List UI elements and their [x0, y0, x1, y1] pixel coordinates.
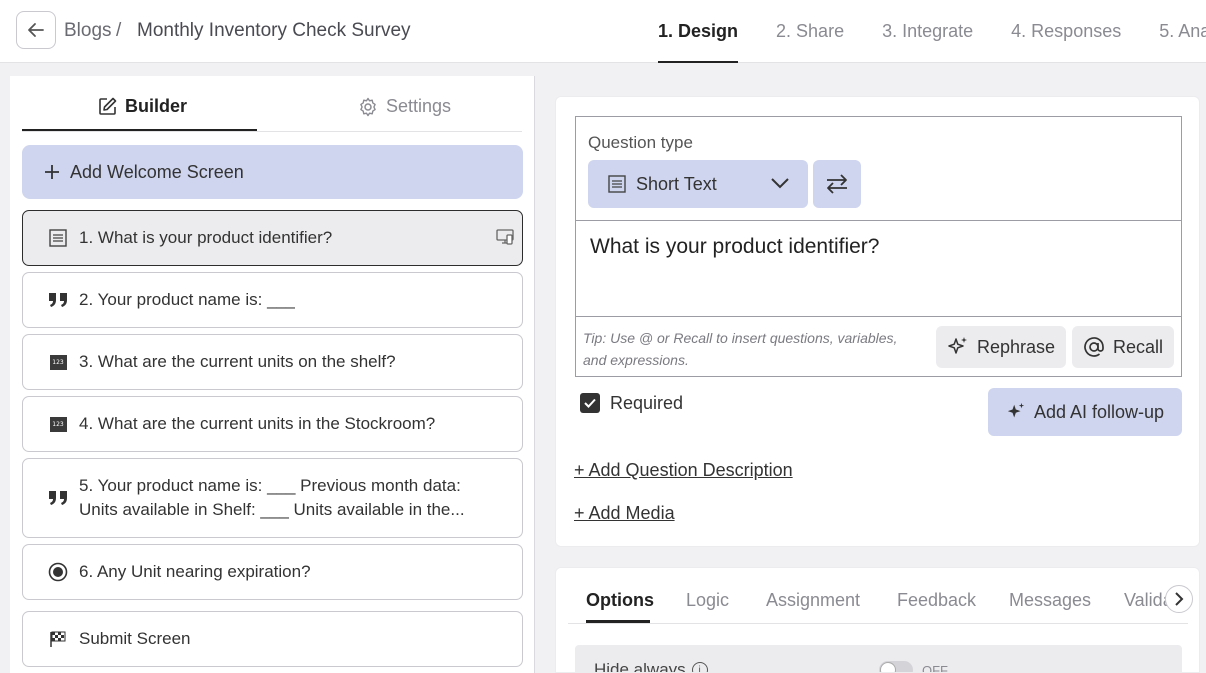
add-question-description-link[interactable]: + Add Question Description [574, 460, 793, 481]
number-icon-text: 123 [49, 354, 67, 370]
question-item-1[interactable]: 1. What is your product identifier? [22, 210, 523, 266]
add-welcome-screen-button[interactable]: Add Welcome Screen [22, 145, 523, 199]
step-integrate[interactable]: 3. Integrate [882, 0, 973, 63]
recall-tip: Tip: Use @ or Recall to insert questions… [583, 330, 898, 368]
tab-options[interactable]: Options [586, 590, 654, 611]
recall-label: Recall [1112, 336, 1164, 357]
question-item-5[interactable]: 5. Your product name is: ___ Previous mo… [22, 458, 523, 538]
question-type-select[interactable]: Short Text [588, 160, 808, 208]
question-item-label: 2. Your product name is: ___ [79, 290, 296, 309]
panel-divider [534, 76, 535, 673]
builder-tabs: Builder Settings [22, 76, 522, 132]
step-responses[interactable]: 4. Responses [1011, 0, 1121, 63]
tab-messages[interactable]: Messages [1009, 590, 1091, 611]
question-item-label: 6. Any Unit nearing expiration? [79, 562, 311, 581]
options-card: Options Logic Assignment Feedback Messag… [555, 567, 1200, 673]
tab-builder[interactable]: Builder [98, 96, 187, 117]
survey-title: Monthly Inventory Check Survey [137, 20, 411, 41]
add-ai-follow-up-label: Add AI follow-up [1033, 401, 1165, 422]
tab-logic[interactable]: Logic [686, 590, 729, 611]
number-icon: 123 [47, 354, 69, 370]
add-media-link[interactable]: + Add Media [574, 503, 675, 524]
rephrase-button[interactable]: Rephrase [936, 326, 1066, 368]
sparkle-icon [1007, 402, 1025, 418]
divider [576, 316, 1181, 317]
breadcrumb-blogs[interactable]: Blogs [64, 20, 112, 42]
tab-assignment[interactable]: Assignment [766, 590, 860, 611]
question-item-label: 5. Your product name is: ___ Previous mo… [79, 476, 465, 519]
chevron-down-icon [771, 178, 789, 189]
step-design[interactable]: 1. Design [658, 0, 739, 63]
change-type-button[interactable] [813, 160, 861, 208]
rephrase-label: Rephrase [976, 336, 1056, 357]
question-editor-card: Question type Short Text What is your pr… [555, 96, 1200, 547]
toggle-knob [880, 662, 896, 672]
quote-icon [47, 292, 69, 308]
number-icon: 123 [47, 416, 69, 432]
breadcrumb-separator: / [116, 20, 122, 41]
tab-feedback[interactable]: Feedback [897, 590, 976, 611]
add-ai-follow-up-button[interactable]: Add AI follow-up [988, 388, 1182, 436]
divider [576, 220, 1181, 221]
question-type-value: Short Text [636, 173, 717, 194]
question-item-label: 3. What are the current units on the she… [79, 352, 396, 371]
submit-screen-label: Submit Screen [79, 629, 191, 648]
question-item-label: 1. What is your product identifier? [79, 228, 333, 247]
step-analyze[interactable]: 5. Ana [1159, 0, 1206, 63]
tab-settings-label: Settings [386, 96, 452, 116]
number-icon-text: 123 [49, 416, 67, 432]
question-item-label: 4. What are the current units in the Sto… [79, 414, 436, 433]
info-icon[interactable]: i [691, 662, 708, 672]
toggle-state-label: OFF [922, 663, 948, 673]
gear-icon [360, 97, 376, 116]
question-item-4[interactable]: 123 4. What are the current units in the… [22, 396, 523, 452]
arrow-left-icon [28, 23, 44, 37]
short-text-icon [608, 175, 626, 193]
active-tab-indicator [22, 129, 257, 131]
short-text-icon [47, 229, 69, 247]
hide-always-toggle[interactable] [879, 661, 913, 672]
question-type-label: Question type [588, 133, 693, 152]
question-item-6[interactable]: 6. Any Unit nearing expiration? [22, 544, 523, 600]
question-editor-box: Question type Short Text What is your pr… [575, 116, 1182, 377]
tab-settings[interactable]: Settings [358, 96, 451, 117]
check-icon [584, 398, 596, 408]
hide-always-label-wrap: Hide always i [594, 660, 708, 673]
add-welcome-screen-label: Add Welcome Screen [70, 161, 244, 182]
question-item-3[interactable]: 123 3. What are the current units on the… [22, 334, 523, 390]
required-checkbox[interactable] [580, 393, 600, 413]
top-bar: Blogs / Monthly Inventory Check Survey 1… [0, 0, 1206, 63]
swap-arrows-icon [827, 174, 847, 194]
question-title-input[interactable]: What is your product identifier? [590, 235, 879, 259]
active-tab-indicator [586, 620, 650, 623]
required-label: Required [610, 393, 684, 413]
step-share[interactable]: 2. Share [776, 0, 844, 63]
scroll-tabs-right-button[interactable] [1165, 585, 1193, 613]
tab-builder-label: Builder [125, 96, 188, 116]
checkered-flag-icon [47, 630, 69, 648]
device-preview-icon[interactable] [496, 228, 514, 251]
plus-icon [45, 165, 59, 179]
chevron-right-icon [1175, 592, 1184, 606]
back-button[interactable] [16, 11, 56, 49]
submit-screen-item[interactable]: Submit Screen [22, 611, 523, 667]
sparkle-icon [948, 337, 967, 354]
edit-icon [99, 97, 117, 115]
builder-panel: Builder Settings Add Welcome Screen 1. W… [10, 76, 534, 673]
recall-button[interactable]: Recall [1072, 326, 1174, 368]
quote-icon [47, 490, 69, 506]
at-sign-icon [1084, 337, 1104, 357]
step-nav: 1. Design 2. Share 3. Integrate 4. Respo… [658, 0, 1206, 63]
question-item-2[interactable]: 2. Your product name is: ___ [22, 272, 523, 328]
hide-always-row: Hide always i OFF [575, 645, 1182, 673]
radio-icon [47, 562, 69, 582]
options-tabs: Options Logic Assignment Feedback Messag… [568, 568, 1188, 624]
hide-always-label: Hide always [594, 660, 686, 673]
